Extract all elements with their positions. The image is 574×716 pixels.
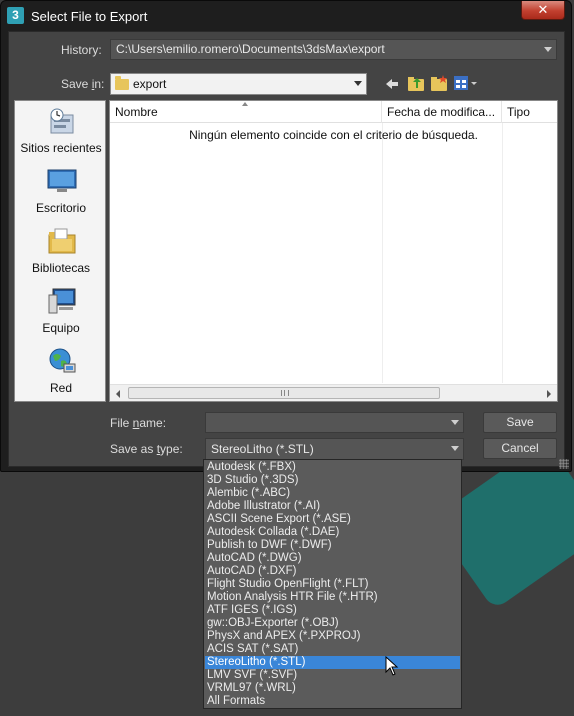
place-label: Sitios recientes — [20, 141, 102, 155]
type-option[interactable]: Motion Analysis HTR File (*.HTR) — [205, 591, 460, 604]
export-dialog: 3 Select File to Export ✕ History: C:\Us… — [0, 0, 572, 472]
type-option[interactable]: AutoCAD (*.DXF) — [205, 565, 460, 578]
chevron-down-icon — [451, 446, 459, 451]
scroll-right-icon[interactable] — [547, 390, 551, 398]
column-header-date[interactable]: Fecha de modifica... — [382, 101, 502, 123]
file-list-header: Nombre Fecha de modifica... Tipo — [110, 101, 557, 123]
network-icon — [49, 348, 76, 373]
computer-icon — [48, 288, 76, 314]
horizontal-scrollbar[interactable] — [110, 384, 557, 401]
save-as-type-dropdown-list[interactable]: Autodesk (*.FBX) 3D Studio (*.3DS) Alembic… — [203, 459, 462, 709]
file-name-label: File name: — [110, 416, 167, 430]
scroll-left-icon[interactable] — [116, 390, 120, 398]
back-arrow-icon[interactable] — [385, 78, 399, 90]
desktop-icon — [47, 169, 77, 192]
file-name-input[interactable] — [205, 412, 464, 433]
column-divider — [502, 123, 503, 383]
chevron-down-icon — [544, 46, 552, 52]
save-in-combo[interactable]: export — [110, 73, 367, 95]
place-computer[interactable]: Equipo — [15, 287, 107, 343]
place-label: Red — [49, 381, 72, 395]
type-option[interactable]: Autodesk (*.FBX) — [205, 461, 460, 474]
type-option[interactable]: gw::OBJ-Exporter (*.OBJ) — [205, 617, 460, 630]
type-option[interactable]: ASCII Scene Export (*.ASE) — [205, 513, 460, 526]
empty-list-message: Ningún elemento coincide con el criterio… — [189, 128, 478, 142]
place-label: Bibliotecas — [31, 261, 91, 275]
resize-grip-icon[interactable] — [559, 459, 569, 469]
type-option[interactable]: Alembic (*.ABC) — [205, 487, 460, 500]
type-option[interactable]: Adobe Illustrator (*.AI) — [205, 500, 460, 513]
up-folder-icon[interactable] — [407, 74, 425, 92]
chevron-down-icon — [451, 419, 459, 425]
chevron-down-icon — [354, 81, 362, 86]
column-header-type[interactable]: Tipo — [502, 101, 559, 123]
mouse-cursor-icon — [385, 656, 399, 676]
type-option[interactable]: ACIS SAT (*.SAT) — [205, 643, 460, 656]
history-combo[interactable]: C:\Users\emilio.romero\Documents\3dsMax\… — [110, 39, 557, 60]
grip-icon — [281, 390, 289, 396]
title-bar[interactable]: 3 Select File to Export ✕ — [1, 1, 571, 31]
type-option[interactable]: Publish to DWF (*.DWF) — [205, 539, 460, 552]
dialog-title: Select File to Export — [31, 9, 148, 24]
save-as-type-select[interactable]: StereoLitho (*.STL) — [205, 438, 464, 460]
save-in-label: Save in: — [61, 77, 105, 91]
close-button[interactable]: ✕ — [521, 1, 565, 20]
type-option[interactable]: All Formats — [205, 695, 460, 708]
sort-ascending-icon — [242, 102, 248, 106]
type-option[interactable]: VRML97 (*.WRL) — [205, 682, 460, 695]
recent-places-icon — [50, 108, 74, 134]
places-bar: Sitios recientes Escritorio Bibliotecas — [14, 100, 106, 402]
save-as-type-label: Save as type: — [110, 442, 183, 456]
place-recent[interactable]: Sitios recientes — [15, 107, 107, 163]
type-option[interactable]: StereoLitho (*.STL) — [205, 656, 460, 669]
type-option[interactable]: ATF IGES (*.IGS) — [205, 604, 460, 617]
place-desktop[interactable]: Escritorio — [15, 167, 107, 223]
dialog-body: History: C:\Users\emilio.romero\Document… — [8, 31, 565, 467]
history-label: History: — [61, 43, 102, 57]
type-option[interactable]: Flight Studio OpenFlight (*.FLT) — [205, 578, 460, 591]
folder-icon — [115, 76, 129, 90]
place-network[interactable]: Red — [15, 347, 107, 403]
place-label: Equipo — [42, 321, 80, 335]
3dsmax-app-icon: 3 — [7, 7, 24, 24]
place-libraries[interactable]: Bibliotecas — [15, 227, 107, 283]
save-in-value: export — [133, 77, 167, 91]
type-option[interactable]: AutoCAD (*.DWG) — [205, 552, 460, 565]
place-label: Escritorio — [35, 201, 86, 215]
type-option[interactable]: PhysX and APEX (*.PXPROJ) — [205, 630, 460, 643]
cancel-button[interactable]: Cancel — [483, 438, 557, 459]
type-option[interactable]: Autodesk Collada (*.DAE) — [205, 526, 460, 539]
history-path: C:\Users\emilio.romero\Documents\3dsMax\… — [116, 42, 385, 56]
type-option[interactable]: 3D Studio (*.3DS) — [205, 474, 460, 487]
scrollbar-thumb[interactable] — [128, 387, 440, 399]
save-button[interactable]: Save — [483, 412, 557, 433]
libraries-icon — [48, 228, 76, 254]
new-folder-icon[interactable] — [430, 74, 448, 92]
type-option[interactable]: LMV SVF (*.SVF) — [205, 669, 460, 682]
save-as-type-value: StereoLitho (*.STL) — [211, 442, 314, 456]
file-list[interactable]: Nombre Fecha de modifica... Tipo Ningún … — [109, 100, 558, 402]
view-menu-icon[interactable] — [454, 75, 478, 91]
column-divider — [382, 123, 383, 383]
